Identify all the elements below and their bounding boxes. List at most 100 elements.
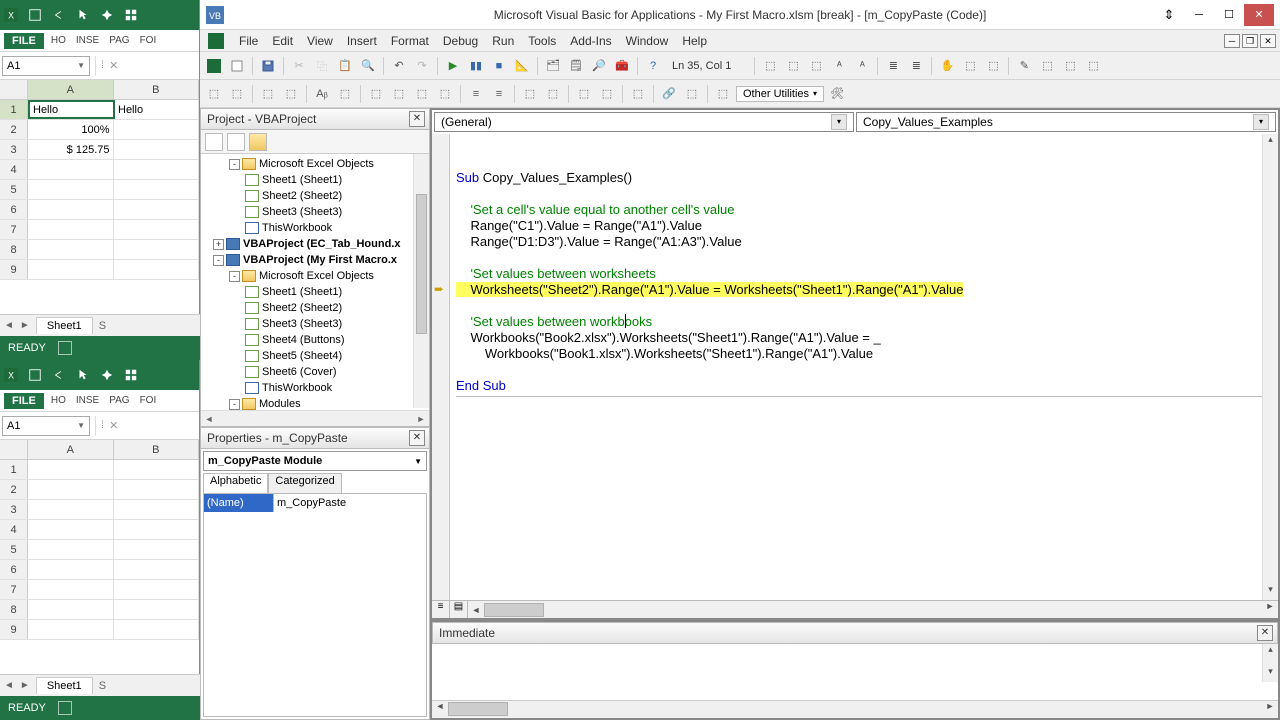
cell[interactable] [28,500,114,519]
tab-alphabetic[interactable]: Alphabetic [203,473,268,493]
tb-icon[interactable]: ⬚ [227,84,247,104]
row-header[interactable]: 2 [0,480,28,499]
close-icon[interactable]: ✕ [1244,4,1274,26]
tb-icon[interactable]: 🔗 [659,84,679,104]
insert-module-icon[interactable] [227,56,247,76]
cell[interactable] [114,160,200,179]
ribbon-tab[interactable]: FOI [137,33,160,48]
cell[interactable]: $ 125.75 [28,140,114,159]
sheet-nav-next-icon[interactable]: ► [20,680,30,691]
tree-item[interactable]: Sheet3 (Sheet3) [203,316,427,332]
pointer-icon[interactable] [76,8,90,22]
immediate-pane-title[interactable]: Immediate ✕ [432,622,1278,644]
tb-icon[interactable]: ⬚ [389,84,409,104]
scrollbar-vertical[interactable] [413,154,429,408]
tb-icon[interactable]: ⬚ [983,56,1003,76]
row-header[interactable]: 9 [0,620,28,639]
undo-icon[interactable] [52,8,66,22]
pointer-icon[interactable] [76,368,90,382]
sheet-tab[interactable]: Sheet1 [36,317,93,334]
ribbon-tab[interactable]: PAG [106,33,132,48]
row-header[interactable]: 3 [0,500,28,519]
cut-icon[interactable]: ✂ [289,56,309,76]
scrollbar-horizontal[interactable]: ◄► [201,410,429,426]
tb-icon[interactable]: ≡ [489,84,509,104]
code-line[interactable]: Range("D1:D3").Value = Range("A1:A3").Va… [456,234,1272,250]
cell[interactable] [114,460,200,479]
cancel-icon[interactable]: ✕ [106,58,122,74]
tb-icon[interactable]: ⬚ [960,56,980,76]
toolbox-icon[interactable]: 🧰 [612,56,632,76]
ribbon-tab[interactable]: INSE [73,393,102,408]
cell[interactable] [28,600,114,619]
col-header[interactable]: B [114,440,200,459]
tb-icon[interactable]: ⬚ [760,56,780,76]
scrollbar-vertical[interactable]: ▴ ▾ [1262,644,1278,682]
tb-icon[interactable]: ⬚ [597,84,617,104]
close-icon[interactable]: ✕ [409,111,425,127]
mdi-restore-icon[interactable]: ❐ [1242,34,1258,48]
menu-window[interactable]: Window [619,32,676,50]
sheet-nav-prev-icon[interactable]: ◄ [4,680,14,691]
name-box[interactable]: A1▼ [2,56,90,76]
row-header[interactable]: 8 [0,600,28,619]
cell[interactable] [114,620,200,639]
name-box[interactable]: A1▼ [2,416,90,436]
tb-icon[interactable]: ⬚ [1037,56,1057,76]
ribbon-tab[interactable]: HO [48,33,69,48]
save-icon[interactable] [28,368,42,382]
cell[interactable] [114,120,200,139]
cell[interactable] [28,560,114,579]
break-icon[interactable]: ▮▮ [466,56,486,76]
row-header[interactable]: 2 [0,120,28,139]
menu-format[interactable]: Format [384,32,436,50]
immediate-window[interactable]: ▴ ▾ [432,644,1278,700]
toggle-folders-icon[interactable] [249,133,267,151]
ribbon-tab[interactable]: FOI [137,393,160,408]
property-name[interactable]: (Name) [204,494,274,512]
cell[interactable] [114,240,200,259]
tree-item[interactable]: Sheet4 (Buttons) [203,332,427,348]
vba-titlebar[interactable]: VB Microsoft Visual Basic for Applicatio… [200,0,1280,30]
cell[interactable] [28,180,114,199]
menu-help[interactable]: Help [675,32,714,50]
help-icon[interactable]: ? [643,56,663,76]
tree-item[interactable]: Sheet1 (Sheet1) [203,172,427,188]
cell[interactable] [28,200,114,219]
tb-icon[interactable]: ⬚ [258,84,278,104]
cell[interactable] [114,200,200,219]
sheet-nav-prev-icon[interactable]: ◄ [4,320,14,331]
tree-item[interactable]: -Microsoft Excel Objects [203,268,427,284]
code-line[interactable] [456,186,1272,202]
row-header[interactable]: 6 [0,200,28,219]
tree-item[interactable]: -Microsoft Excel Objects [203,156,427,172]
cell[interactable] [114,260,200,279]
row-header[interactable]: 8 [0,240,28,259]
undo-icon[interactable] [52,368,66,382]
menu-debug[interactable]: Debug [436,32,485,50]
excel-return-icon[interactable] [208,33,224,49]
menu-file[interactable]: File [232,32,265,50]
close-icon[interactable]: ✕ [409,430,425,446]
menu-view[interactable]: View [300,32,340,50]
full-module-view-icon[interactable]: ▤ [450,601,468,618]
code-line[interactable]: End Sub [456,378,1272,394]
row-header[interactable]: 1 [0,460,28,479]
cell[interactable] [28,240,114,259]
property-value[interactable]: m_CopyPaste [274,494,426,512]
tb-icon[interactable]: ≡ [466,84,486,104]
redo-icon[interactable]: ↷ [412,56,432,76]
tree-item[interactable]: ThisWorkbook [203,380,427,396]
code-line[interactable] [456,138,1272,154]
cell[interactable] [28,220,114,239]
tb-icon[interactable]: ✎ [1014,56,1034,76]
tree-item[interactable]: Sheet5 (Sheet4) [203,348,427,364]
spark-icon[interactable] [100,8,114,22]
cell[interactable] [114,220,200,239]
close-icon[interactable]: ✕ [1257,625,1273,641]
tb-icon[interactable]: ⬚ [574,84,594,104]
menu-edit[interactable]: Edit [265,32,300,50]
row-header[interactable]: 1 [0,100,28,119]
tb-icon[interactable]: ᴬ [852,56,872,76]
tree-toggle-icon[interactable]: + [213,239,224,250]
